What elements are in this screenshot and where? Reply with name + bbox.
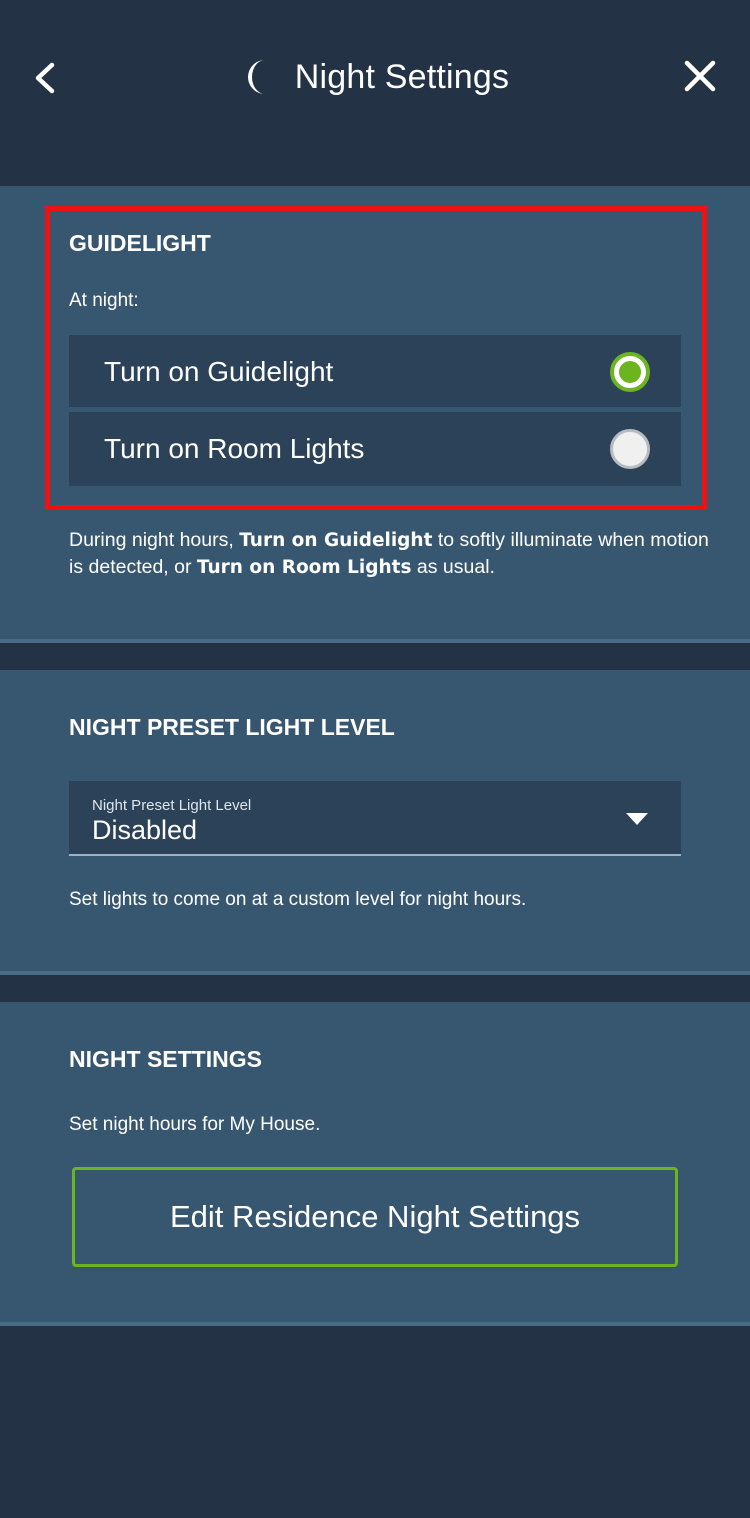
- option-label: Turn on Guidelight: [104, 356, 334, 387]
- option-turn-on-room-lights[interactable]: Turn on Room Lights: [69, 412, 681, 486]
- caret-down-icon: [626, 813, 648, 825]
- guidelight-section: GUIDELIGHT At night: Turn on Guidelight …: [0, 186, 750, 643]
- desc-text-3: as usual.: [411, 556, 495, 578]
- close-button[interactable]: [680, 56, 720, 96]
- moon-icon: [247, 60, 265, 94]
- desc-bold-guidelight: Turn on Guidelight: [239, 530, 433, 551]
- dropdown-label: Night Preset Light Level: [92, 797, 252, 814]
- preset-description: Set lights to come on at a custom level …: [69, 889, 527, 910]
- option-label: Turn on Room Lights: [104, 433, 365, 464]
- at-night-label: At night:: [69, 290, 139, 311]
- guidelight-description: During night hours, Turn on Guidelight t…: [69, 527, 709, 581]
- section-title-preset: NIGHT PRESET LIGHT LEVEL: [69, 714, 395, 740]
- section-title-night-settings: NIGHT SETTINGS: [69, 1046, 262, 1072]
- night-settings-section: NIGHT SETTINGS Set night hours for My Ho…: [0, 1002, 750, 1326]
- edit-residence-night-settings-button[interactable]: Edit Residence Night Settings: [72, 1167, 678, 1267]
- preset-section: NIGHT PRESET LIGHT LEVEL Night Preset Li…: [0, 670, 750, 975]
- night-preset-dropdown[interactable]: Night Preset Light Level Disabled: [69, 781, 681, 856]
- header-title-group: Night Settings: [0, 52, 750, 102]
- radio-unselected[interactable]: [610, 429, 650, 469]
- dropdown-value: Disabled: [92, 815, 198, 845]
- desc-text-1: During night hours,: [69, 529, 240, 551]
- radio-selected[interactable]: [610, 352, 650, 392]
- app-header: Night Settings: [0, 0, 750, 186]
- section-title-guidelight: GUIDELIGHT: [69, 230, 211, 256]
- page-title: Night Settings: [294, 57, 510, 96]
- desc-bold-room-lights: Turn on Room Lights: [196, 557, 412, 578]
- option-turn-on-guidelight[interactable]: Turn on Guidelight: [69, 335, 681, 409]
- close-icon: [684, 60, 716, 92]
- night-settings-description: Set night hours for My House.: [69, 1114, 321, 1135]
